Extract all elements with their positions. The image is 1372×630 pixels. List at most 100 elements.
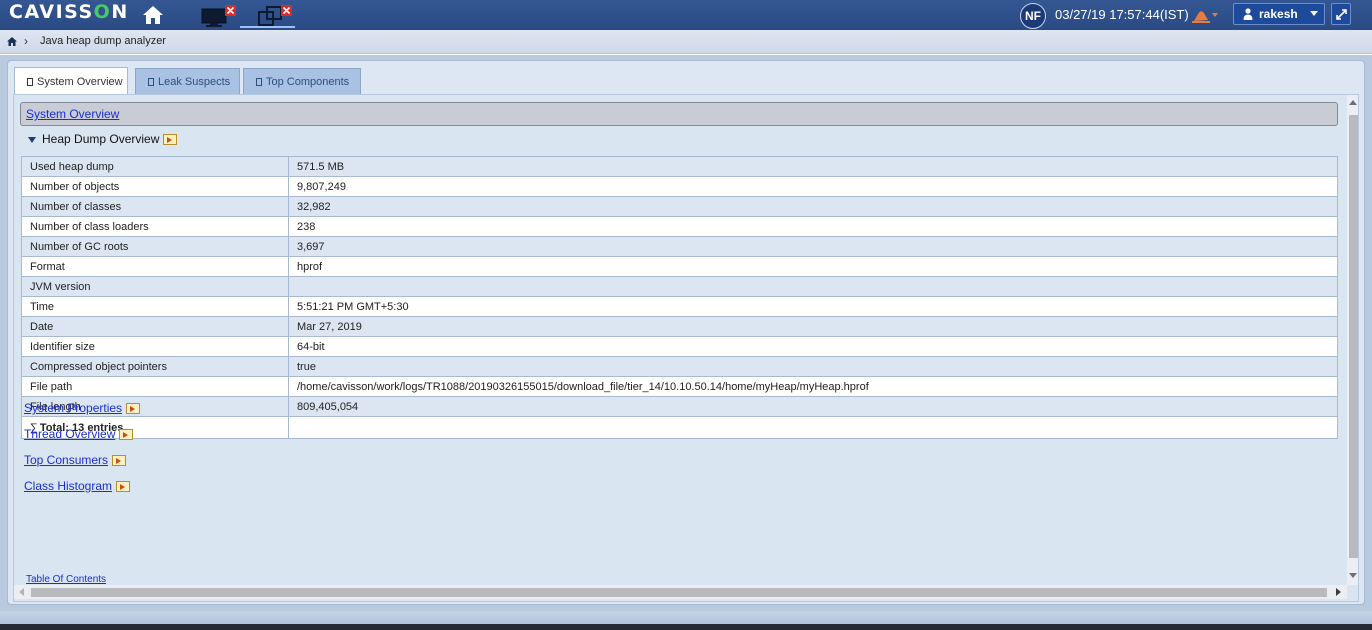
property-name: Number of classes xyxy=(21,196,289,217)
scroll-left-arrow-icon[interactable] xyxy=(19,588,24,596)
server-datetime: 03/27/19 17:57:44(IST) xyxy=(1055,7,1189,22)
home-icon[interactable] xyxy=(140,3,166,27)
screens-alert-icon[interactable] xyxy=(256,3,296,27)
expand-icon xyxy=(1335,8,1347,20)
property-value: true xyxy=(288,356,1338,377)
details-popup-icon[interactable] xyxy=(119,429,134,441)
alarm-bell-icon[interactable] xyxy=(1190,5,1220,25)
scroll-up-arrow-icon[interactable] xyxy=(1349,100,1357,105)
logo-text-suffix: N xyxy=(111,1,129,23)
horizontal-scrollbar[interactable] xyxy=(14,585,1347,599)
property-value: 32,982 xyxy=(288,196,1338,217)
scroll-down-arrow-icon[interactable] xyxy=(1349,573,1357,578)
table-row: Format hprof xyxy=(21,256,1338,277)
section-title-link[interactable]: System Overview xyxy=(26,107,119,121)
table-row: JVM version xyxy=(21,276,1338,297)
system-properties-row: System Properties xyxy=(24,401,141,415)
property-name: Number of objects xyxy=(21,176,289,197)
user-icon xyxy=(1243,8,1253,20)
total-value-cell xyxy=(288,416,1338,439)
table-total-row: ∑ Total: 13 entries xyxy=(21,416,1338,439)
property-value: 238 xyxy=(288,216,1338,237)
table-row: Time 5:51:21 PM GMT+5:30 xyxy=(21,296,1338,317)
class-histogram-link[interactable]: Class Histogram xyxy=(24,479,112,493)
property-value: 3,697 xyxy=(288,236,1338,257)
property-value: 9,807,249 xyxy=(288,176,1338,197)
system-properties-link[interactable]: System Properties xyxy=(24,401,122,415)
monitor-alert-icon[interactable] xyxy=(200,3,240,27)
table-row: Number of class loaders 238 xyxy=(21,216,1338,237)
user-menu-button[interactable]: rakesh xyxy=(1233,3,1325,25)
table-row: Number of GC roots 3,697 xyxy=(21,236,1338,257)
details-popup-icon[interactable] xyxy=(126,403,141,415)
table-of-contents-link[interactable]: Table Of Contents xyxy=(26,574,106,585)
table-row: Compressed object pointers true xyxy=(21,356,1338,377)
horizontal-scroll-thumb[interactable] xyxy=(31,588,1327,597)
property-value: 5:51:21 PM GMT+5:30 xyxy=(288,296,1338,317)
tab-top-components[interactable]: Top Components xyxy=(243,68,361,94)
tab-icon xyxy=(148,77,154,86)
vertical-scrollbar[interactable] xyxy=(1347,95,1358,585)
table-row: File length 809,405,054 xyxy=(21,396,1338,417)
property-value: 64-bit xyxy=(288,336,1338,357)
property-value: /home/cavisson/work/logs/TR1088/20190326… xyxy=(288,376,1338,397)
details-popup-icon[interactable] xyxy=(163,133,178,145)
table-row: Number of objects 9,807,249 xyxy=(21,176,1338,197)
subheading-text: Heap Dump Overview xyxy=(42,132,160,146)
property-name: Format xyxy=(21,256,289,277)
tab-leak-suspects[interactable]: Leak Suspects xyxy=(135,68,240,94)
heap-overview-table: Used heap dump 571.5 MB Number of objects 9… xyxy=(21,156,1338,439)
property-value: hprof xyxy=(288,256,1338,277)
vertical-scroll-thumb[interactable] xyxy=(1349,115,1358,558)
property-name: Number of class loaders xyxy=(21,216,289,237)
class-histogram-row: Class Histogram xyxy=(24,479,131,493)
breadcrumb-current-page: Java heap dump analyzer xyxy=(40,35,166,47)
top-header: CAVISSON NF 03/27/19 17:57:44(IST) rakes… xyxy=(0,0,1372,30)
property-name: File path xyxy=(21,376,289,397)
details-popup-icon[interactable] xyxy=(116,481,131,493)
main-area: System Overview Leak Suspects Top Compon… xyxy=(0,55,1372,630)
breadcrumb: › Java heap dump analyzer xyxy=(0,30,1372,54)
tab-system-overview[interactable]: System Overview xyxy=(14,67,128,95)
property-name: Number of GC roots xyxy=(21,236,289,257)
breadcrumb-home-icon[interactable] xyxy=(7,37,17,46)
tab-label: Leak Suspects xyxy=(158,75,231,88)
collapse-triangle-icon[interactable] xyxy=(28,137,36,143)
fullscreen-button[interactable] xyxy=(1331,3,1351,25)
scroll-right-arrow-icon[interactable] xyxy=(1336,588,1341,596)
cavisson-logo[interactable]: CAVISSON xyxy=(9,1,129,23)
tab-label: System Overview xyxy=(37,75,123,88)
tab-icon xyxy=(27,77,33,86)
property-value: 809,405,054 xyxy=(288,396,1338,417)
property-name: Date xyxy=(21,316,289,337)
active-nav-indicator xyxy=(240,26,295,28)
table-row: File path/home/cavisson/work/logs/TR1088… xyxy=(21,376,1338,397)
tab-icon xyxy=(256,77,262,86)
section-header: System Overview xyxy=(20,102,1338,126)
tab-content: System Overview Heap Dump Overview Used … xyxy=(13,94,1359,602)
property-value xyxy=(288,276,1338,297)
table-row: Identifier size 64-bit xyxy=(21,336,1338,357)
table-of-contents: Table Of Contents xyxy=(26,574,106,585)
details-popup-icon[interactable] xyxy=(112,455,127,467)
chevron-down-icon xyxy=(1310,11,1318,16)
thread-overview-link[interactable]: Thread Overview xyxy=(24,427,115,441)
property-name: Compressed object pointers xyxy=(21,356,289,377)
taskbar-edge xyxy=(0,624,1372,630)
table-row: Date Mar 27, 2019 xyxy=(21,316,1338,337)
logo-text-prefix: CAVISS xyxy=(9,1,94,23)
property-name: JVM version xyxy=(21,276,289,297)
table-row: Number of classes 32,982 xyxy=(21,196,1338,217)
property-value: 571.5 MB xyxy=(288,156,1338,177)
property-name: Used heap dump xyxy=(21,156,289,177)
tab-label: Top Components xyxy=(266,75,350,88)
breadcrumb-separator-icon: › xyxy=(24,34,28,48)
property-name: Identifier size xyxy=(21,336,289,357)
top-consumers-link[interactable]: Top Consumers xyxy=(24,453,108,467)
property-name: Time xyxy=(21,296,289,317)
logo-text-o: O xyxy=(93,1,112,23)
heap-dump-overview-heading[interactable]: Heap Dump Overview xyxy=(28,132,178,146)
nf-badge[interactable]: NF xyxy=(1020,3,1046,29)
username: rakesh xyxy=(1259,7,1298,21)
top-consumers-row: Top Consumers xyxy=(24,453,127,467)
